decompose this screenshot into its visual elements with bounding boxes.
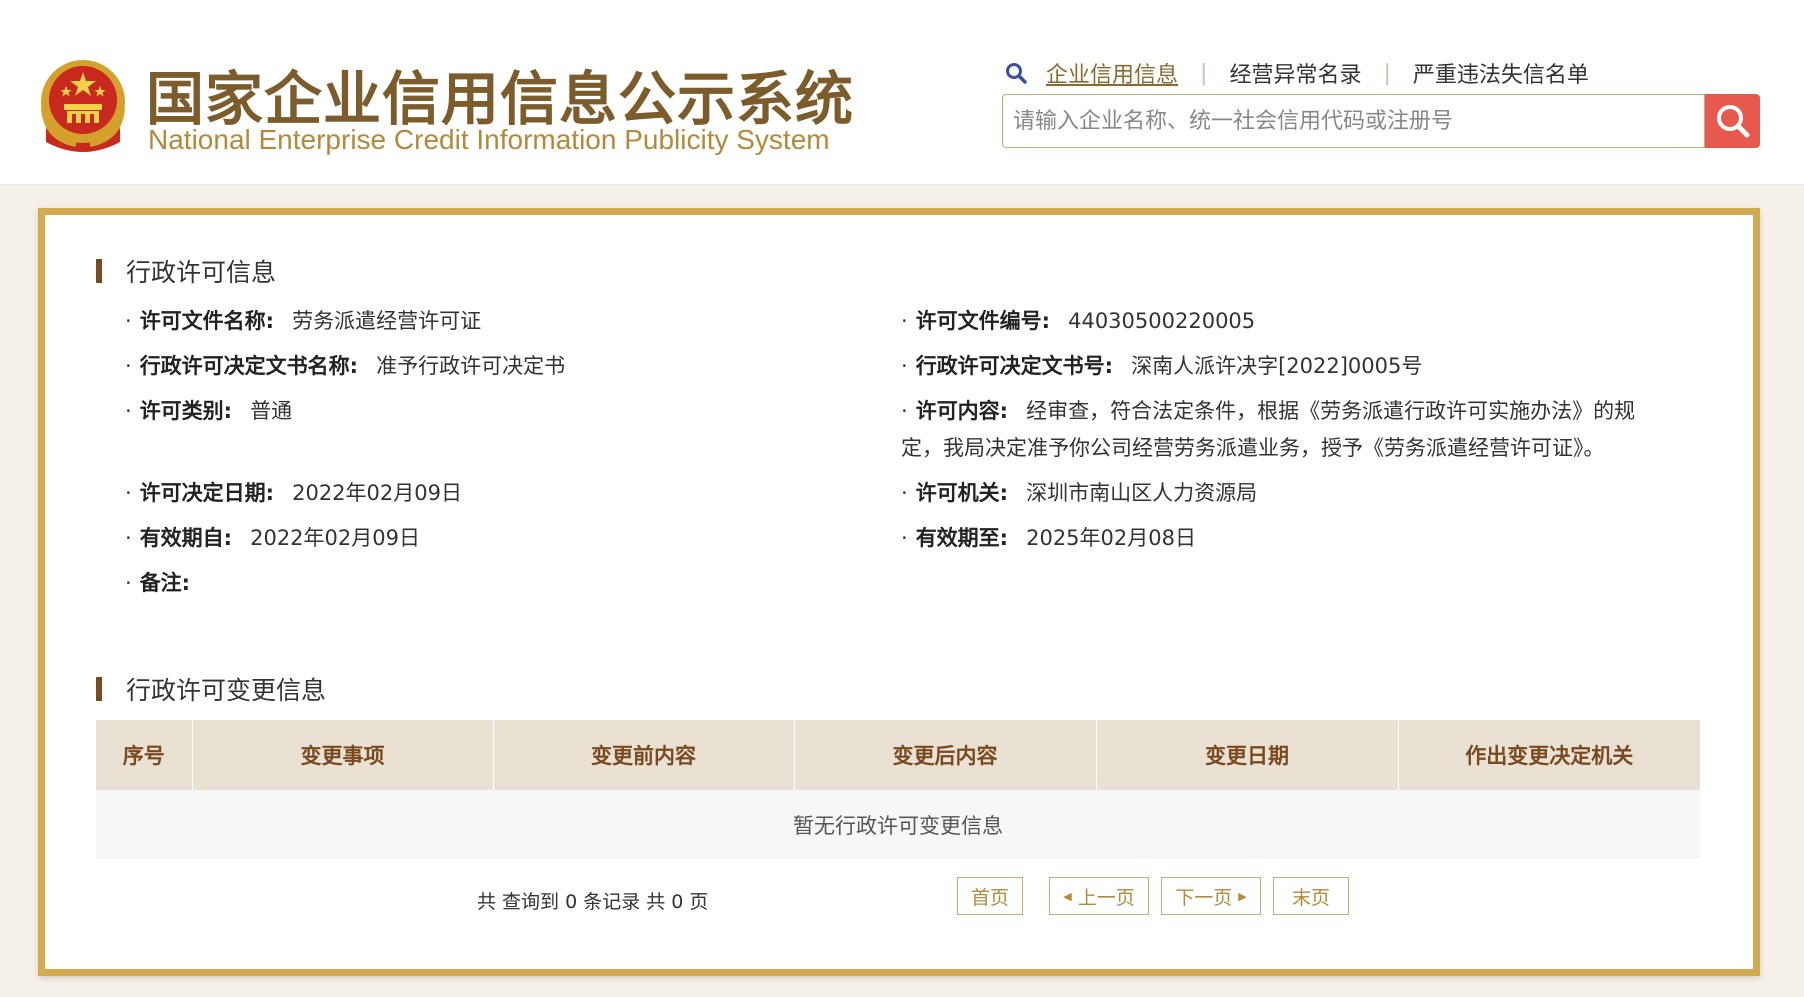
site-header: 国家企业信用信息公示系统 National Enterprise Credit … [0, 0, 1804, 185]
nav-separator: | [1200, 60, 1208, 86]
pager-next-button[interactable]: 下一页 ▶ [1161, 877, 1261, 915]
caret-left-icon: ◀ [1063, 889, 1072, 903]
national-emblem-icon [41, 60, 125, 152]
field-value: 经审查，符合法定条件，根据《劳务派遣行政许可实施办法》的规定，我局决定准予你公司… [901, 399, 1636, 460]
nav-blacklist[interactable]: 严重违法失信名单 [1413, 57, 1589, 89]
search-icon [1006, 63, 1027, 84]
field-value: 普通 [250, 399, 293, 423]
pager-prev-label: 上一页 [1077, 886, 1135, 909]
column-header: 变更日期 [1096, 720, 1399, 790]
field-label: 有效期至: [915, 526, 1009, 550]
field-authority: · 许可机关: 深圳市南山区人力资源局 [901, 481, 1258, 505]
nav-separator: | [1383, 60, 1391, 86]
field-valid-to: · 有效期至: 2025年02月08日 [901, 526, 1196, 550]
site-title-en: National Enterprise Credit Information P… [148, 124, 830, 155]
field-value: 2022年02月09日 [250, 526, 420, 550]
section-title-text: 行政许可信息 [126, 258, 277, 287]
field-label: 许可内容: [915, 399, 1009, 423]
pager-prev-button[interactable]: ◀ 上一页 [1049, 877, 1149, 915]
field-label: 许可机关: [915, 481, 1009, 505]
search-icon [1716, 105, 1749, 138]
field-value: 44030500220005 [1068, 309, 1256, 333]
changes-table: 序号 变更事项 变更前内容 变更后内容 变更日期 作出变更决定机关 暂无行政许可… [96, 720, 1700, 859]
field-label: 许可文件编号: [915, 309, 1051, 333]
empty-table-message: 暂无行政许可变更信息 [96, 790, 1700, 859]
column-header: 作出变更决定机关 [1398, 720, 1700, 790]
section-marker [96, 259, 102, 283]
search-input[interactable] [1003, 95, 1704, 147]
pager-first-button[interactable]: 首页 [957, 877, 1023, 915]
search-field [1002, 94, 1705, 148]
table-row: 暂无行政许可变更信息 [96, 790, 1700, 859]
section-title-permit: 行政许可信息 [96, 253, 276, 289]
permit-panel: 行政许可信息 · 许可文件名称: 劳务派遣经营许可证 · 许可文件编号: 4403050… [38, 208, 1760, 976]
field-value: 劳务派遣经营许可证 [292, 309, 482, 333]
field-value: 准予行政许可决定书 [376, 354, 566, 378]
nav-credit-info[interactable]: 企业信用信息 [1046, 57, 1178, 89]
pager-next-label: 下一页 [1175, 886, 1233, 909]
field-label: 许可文件名称: [139, 309, 275, 333]
field-value: 深南人派许决字[2022]0005号 [1131, 354, 1423, 378]
caret-right-icon: ▶ [1238, 889, 1247, 903]
field-category: · 许可类别: 普通 [125, 399, 293, 423]
field-label: 备注: [139, 571, 191, 595]
field-doc-no: · 许可文件编号: 44030500220005 [901, 309, 1256, 333]
field-valid-from: · 有效期自: 2022年02月09日 [125, 526, 420, 550]
field-content: · 许可内容: 经审查，符合法定条件，根据《劳务派遣行政许可实施办法》的规定，我局决… [901, 399, 1636, 460]
field-label: 许可决定日期: [139, 481, 275, 505]
column-header: 序号 [96, 720, 193, 790]
section-title-text: 行政许可变更信息 [126, 676, 327, 705]
nav-abnormal-list[interactable]: 经营异常名录 [1229, 57, 1361, 89]
field-label: 许可类别: [139, 399, 233, 423]
field-value: 2025年02月08日 [1026, 526, 1196, 550]
field-decision-name: · 行政许可决定文书名称: 准予行政许可决定书 [125, 354, 566, 378]
field-label: 行政许可决定文书号: [915, 354, 1114, 378]
field-decision-date: · 许可决定日期: 2022年02月09日 [125, 481, 462, 505]
field-doc-name: · 许可文件名称: 劳务派遣经营许可证 [125, 309, 482, 333]
column-header: 变更后内容 [794, 720, 1097, 790]
field-value: 2022年02月09日 [292, 481, 462, 505]
field-label: 行政许可决定文书名称: [139, 354, 359, 378]
search-button[interactable] [1705, 94, 1760, 148]
pager-summary: 共 查询到 0 条记录 共 0 页 [477, 891, 709, 913]
section-marker [96, 677, 102, 701]
field-decision-no: · 行政许可决定文书号: 深南人派许决字[2022]0005号 [901, 354, 1423, 378]
top-nav: 企业信用信息 | 经营异常名录 | 严重违法失信名单 [1004, 56, 1589, 90]
section-title-changes: 行政许可变更信息 [96, 671, 326, 707]
field-value: 深圳市南山区人力资源局 [1026, 481, 1258, 505]
field-remark: · 备注: [125, 571, 191, 595]
table-header-row: 序号 变更事项 变更前内容 变更后内容 变更日期 作出变更决定机关 [96, 720, 1700, 790]
column-header: 变更前内容 [493, 720, 795, 790]
field-label: 有效期自: [139, 526, 233, 550]
pager-last-button[interactable]: 末页 [1273, 877, 1349, 915]
column-header: 变更事项 [192, 720, 494, 790]
